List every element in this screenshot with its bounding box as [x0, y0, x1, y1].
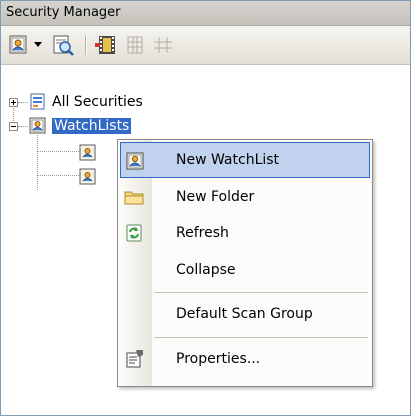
menu-item-label: Properties... — [176, 351, 261, 367]
security-manager-panel: Security Manager All Securities WatchLis… — [0, 0, 411, 416]
tree-item-watchlist-child[interactable] — [79, 143, 97, 163]
watchlist-icon[interactable] — [7, 33, 31, 57]
title-bar: Security Manager — [1, 1, 410, 26]
window-title: Security Manager — [6, 5, 121, 20]
menu-item-refresh[interactable]: Refresh — [120, 215, 370, 251]
watchlist-icon — [29, 117, 47, 135]
scan-icon[interactable] — [51, 33, 75, 57]
menu-item-new-folder[interactable]: New Folder — [120, 179, 370, 215]
film-icon[interactable] — [95, 33, 119, 57]
dropdown-arrow-icon[interactable] — [33, 39, 43, 63]
toolbar — [1, 26, 410, 65]
expand-all-securities-toggle[interactable] — [9, 98, 18, 107]
tree-item-label: All Securities — [52, 94, 143, 110]
tree-item-all-securities[interactable]: All Securities — [29, 92, 143, 112]
menu-separator — [154, 337, 368, 338]
tree-item-label-selected: WatchLists — [52, 118, 132, 134]
tree-item-watchlist-child[interactable] — [79, 167, 97, 187]
menu-item-label: New Folder — [176, 189, 255, 205]
menu-item-properties[interactable]: Properties... — [120, 341, 370, 377]
menu-item-label: Refresh — [176, 225, 229, 241]
menu-item-collapse[interactable]: Collapse — [120, 252, 370, 288]
menu-item-new-watchlist[interactable]: New WatchList — [120, 142, 370, 178]
disabled-grid-icon-2[interactable] — [151, 33, 175, 57]
menu-item-default-scan-group[interactable]: Default Scan Group — [120, 296, 370, 332]
collapse-watchlists-toggle[interactable] — [9, 122, 18, 131]
watchlist-icon — [79, 144, 96, 161]
tree-item-watchlists[interactable]: WatchLists — [29, 116, 132, 136]
properties-icon — [124, 349, 144, 369]
folder-icon — [124, 187, 144, 207]
menu-separator — [154, 292, 368, 293]
disabled-grid-icon[interactable] — [123, 33, 147, 57]
securities-list-icon — [29, 93, 47, 111]
context-menu: New WatchList New Folder Refresh Collaps… — [117, 139, 373, 387]
menu-item-label: Default Scan Group — [176, 306, 313, 322]
watchlist-icon — [125, 151, 145, 171]
refresh-icon — [124, 223, 144, 243]
menu-item-label: New WatchList — [176, 152, 280, 168]
watchlist-icon — [79, 168, 96, 185]
menu-item-label: Collapse — [176, 262, 236, 278]
